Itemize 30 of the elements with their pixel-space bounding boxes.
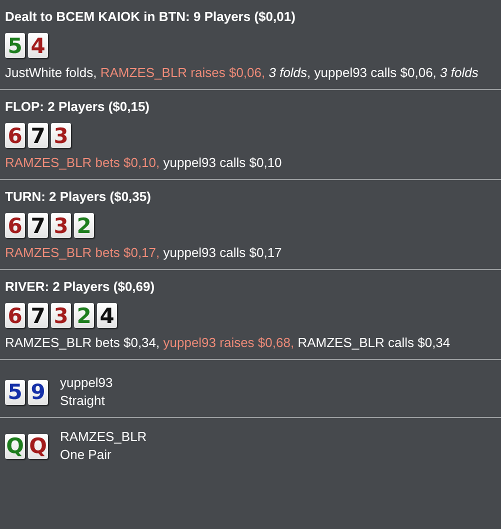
street-title: RIVER: 2 Players ($0,69) <box>5 278 156 296</box>
playing-card: 9 <box>28 380 48 404</box>
action-log: JustWhite folds, RAMZES_BLR raises $0,06, 3 folds, yuppel93 calls $0,06, 3 folds <box>5 64 480 82</box>
hand-rank: Straight <box>60 392 106 410</box>
action-log: RAMZES_BLR bets $0,17, yuppel93 calls $0,17 <box>5 244 283 262</box>
hand-rank: One Pair <box>60 446 112 464</box>
playing-card: 5 <box>5 380 25 404</box>
playing-card: 6 <box>5 213 25 238</box>
playing-card: 2 <box>74 213 94 238</box>
player-name: RAMZES_BLR <box>60 428 147 446</box>
playing-card: 7 <box>28 213 48 238</box>
action-log: RAMZES_BLR bets $0,34, yuppel93 raises $0,68, RAMZES_BLR calls $0,34 <box>5 334 452 352</box>
playing-card: 4 <box>97 303 117 328</box>
playing-card: 7 <box>28 303 48 328</box>
playing-card: 6 <box>5 123 25 148</box>
playing-card: 5 <box>5 33 25 58</box>
street-title: Dealt to BCEM KAIOK in BTN: 9 Players ($0,01) <box>5 8 296 26</box>
playing-card: 4 <box>28 33 48 58</box>
playing-card: Q <box>28 434 48 458</box>
playing-card: 3 <box>51 303 71 328</box>
street-title: FLOP: 2 Players ($0,15) <box>5 98 151 116</box>
playing-card: 2 <box>74 303 94 328</box>
playing-card: 3 <box>51 213 71 238</box>
playing-card: Q <box>5 434 25 458</box>
playing-card: 7 <box>28 123 48 148</box>
playing-card: 6 <box>5 303 25 328</box>
action-log: RAMZES_BLR bets $0,10, yuppel93 calls $0,10 <box>5 154 283 172</box>
player-name: yuppel93 <box>60 374 113 392</box>
playing-card: 3 <box>51 123 71 148</box>
street-title: TURN: 2 Players ($0,35) <box>5 188 152 206</box>
